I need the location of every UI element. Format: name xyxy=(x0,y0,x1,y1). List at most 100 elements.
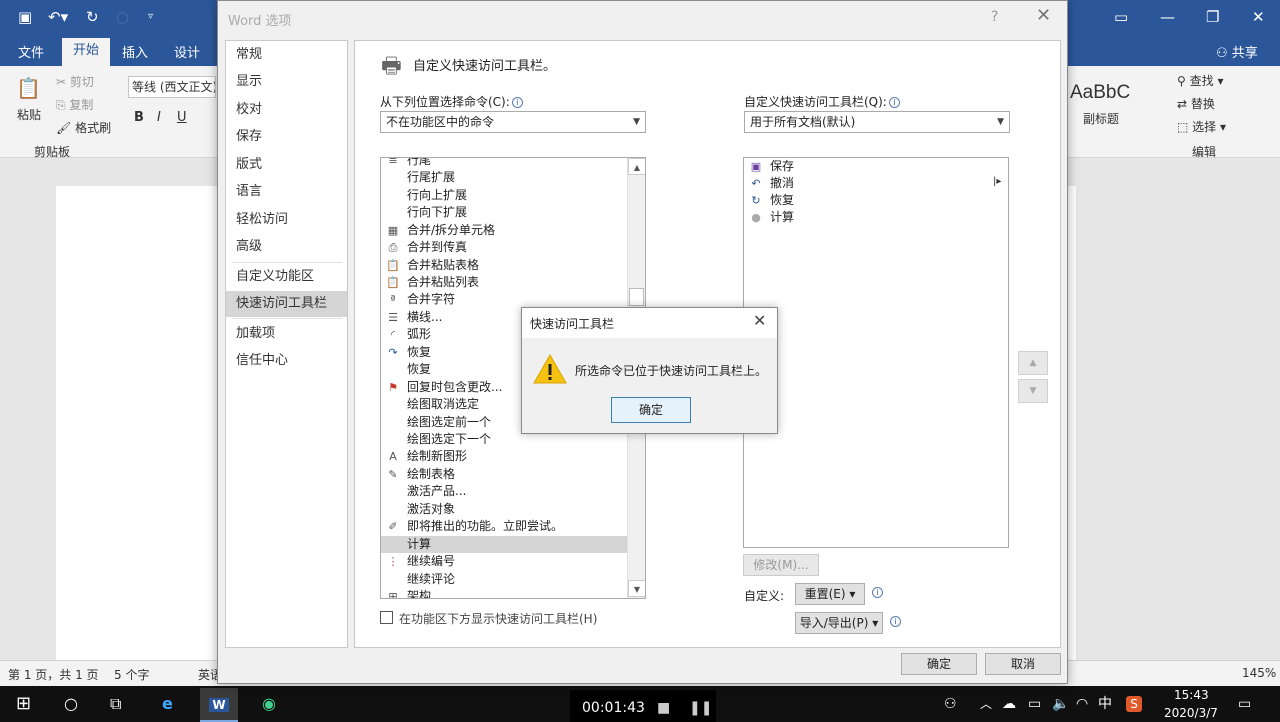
zoom-level[interactable]: 145% xyxy=(1242,666,1276,680)
replace-button[interactable]: ⇄ 替换 xyxy=(1177,95,1215,112)
battery-icon[interactable]: ▭ xyxy=(1028,694,1041,714)
message-ok-button[interactable]: 确定 xyxy=(611,397,691,423)
pause-icon[interactable]: ❚❚ xyxy=(689,698,712,718)
scrollbar-thumb[interactable] xyxy=(629,288,644,306)
nav-add-ins[interactable]: 加载项 xyxy=(226,321,347,347)
tab-home[interactable]: 开始 xyxy=(62,38,110,66)
tab-design[interactable]: 设计 xyxy=(174,42,200,61)
list-item[interactable]: ª 合并字符 xyxy=(381,291,627,308)
clock-time[interactable]: 15:43 xyxy=(1174,688,1209,702)
style-sample[interactable]: AaBbC xyxy=(1070,82,1130,104)
ok-button[interactable]: 确定 xyxy=(901,653,977,675)
nav-proofing[interactable]: 校对 xyxy=(226,97,347,123)
list-item[interactable]: 行尾扩展 xyxy=(381,169,627,186)
clock-date[interactable]: 2020/3/7 xyxy=(1164,706,1218,720)
font-name-box[interactable]: 等线 (西文正文) xyxy=(128,76,216,98)
find-button[interactable]: ⚲ 查找 ▾ xyxy=(1177,72,1223,89)
dialog-close-icon[interactable]: ✕ xyxy=(1036,5,1051,26)
reset-button[interactable]: 重置(E) ▾ xyxy=(795,583,865,605)
list-item[interactable]: ⎙ 合并到传真 xyxy=(381,239,627,256)
nav-customize-ribbon[interactable]: 自定义功能区 xyxy=(226,264,347,290)
task-view-icon[interactable]: ⧉ xyxy=(110,694,121,714)
undo-icon[interactable]: ↶▾ xyxy=(48,8,68,26)
list-item-selected[interactable]: 计算 xyxy=(381,536,627,553)
list-item[interactable]: ⊞ 架构 xyxy=(381,588,627,598)
page-count[interactable]: 第 1 页，共 1 页 xyxy=(8,666,99,683)
show-below-ribbon-checkbox[interactable] xyxy=(380,611,393,624)
nav-save[interactable]: 保存 xyxy=(226,124,347,150)
cancel-button[interactable]: 取消 xyxy=(985,653,1061,675)
format-painter-button[interactable]: 🖌 格式刷 xyxy=(56,119,111,136)
close-icon[interactable]: ✕ xyxy=(753,311,766,330)
nav-language[interactable]: 语言 xyxy=(226,179,347,205)
nav-layout[interactable]: 版式 xyxy=(226,152,347,178)
scroll-up-icon[interactable]: ▲ xyxy=(628,158,645,175)
windows-start-icon[interactable]: ⊞ xyxy=(16,694,31,714)
list-item[interactable]: ↶ 撤消 xyxy=(744,175,984,192)
list-item[interactable]: 行向上扩展 xyxy=(381,187,627,204)
move-down-button[interactable]: ▼ xyxy=(1018,379,1048,403)
notification-icon[interactable]: ▭ xyxy=(1238,694,1251,714)
list-item[interactable]: ● 计算 xyxy=(744,209,984,226)
show-below-ribbon-label[interactable]: 在功能区下方显示快速访问工具栏(H) xyxy=(399,610,597,627)
nav-accessibility[interactable]: 轻松访问 xyxy=(226,207,347,233)
list-item[interactable]: ▦ 合并/拆分单元格 xyxy=(381,222,627,239)
volume-icon[interactable]: 🔈 xyxy=(1052,694,1069,714)
list-item[interactable]: 激活对象 xyxy=(381,501,627,518)
cut-button[interactable]: ✂ 剪切 xyxy=(56,73,94,90)
list-item[interactable]: A 绘制新图形 xyxy=(381,448,627,465)
paste-icon[interactable]: 📋 xyxy=(16,76,41,100)
sogou-input-icon[interactable]: S xyxy=(1126,696,1142,712)
list-item[interactable]: 📋 合并粘贴列表 xyxy=(381,274,627,291)
select-button[interactable]: ⬚ 选择 ▾ xyxy=(1177,118,1226,135)
list-item[interactable]: ▣ 保存 xyxy=(744,158,984,175)
save-icon[interactable]: ▣ xyxy=(18,8,32,26)
customize-qat-dropdown[interactable]: 用于所有文档(默认) ▼ xyxy=(744,111,1010,133)
list-item[interactable]: 激活产品... xyxy=(381,483,627,500)
recorder-app-icon[interactable]: ◉ xyxy=(262,694,276,714)
qat-commands-list[interactable]: ▣ 保存 ↶ 撤消 ↻ 恢复 ● 计算 |▸ xyxy=(743,157,1009,548)
stop-icon[interactable]: ■ xyxy=(657,698,670,718)
help-button[interactable]: ? xyxy=(991,9,998,25)
list-item[interactable]: 行向下扩展 xyxy=(381,204,627,221)
list-item[interactable]: ⋮ 继续编号 xyxy=(381,553,627,570)
word-taskbar-icon[interactable]: W xyxy=(200,688,238,722)
cloud-icon[interactable]: ☁ xyxy=(1002,694,1016,714)
import-export-button[interactable]: 导入/导出(P) ▾ xyxy=(795,612,883,634)
copy-button[interactable]: ⎘ 复制 xyxy=(56,96,93,113)
restore-icon[interactable]: ❐ xyxy=(1206,8,1219,26)
list-item[interactable]: ↻ 恢复 xyxy=(744,192,984,209)
qat-customize-icon[interactable]: ▿ xyxy=(148,8,153,26)
separator-expand-icon[interactable]: |▸ xyxy=(993,176,1001,187)
word-count[interactable]: 5 个字 xyxy=(114,666,149,683)
underline-button[interactable]: U xyxy=(177,110,187,125)
minimize-icon[interactable]: — xyxy=(1160,8,1175,26)
list-item[interactable]: ✐ 即将推出的功能。立即尝试。 xyxy=(381,518,627,535)
bold-button[interactable]: B xyxy=(134,110,144,125)
tab-insert[interactable]: 插入 xyxy=(122,42,148,61)
ribbon-options-icon[interactable]: ▭ xyxy=(1114,8,1128,26)
people-icon[interactable]: ⚇ xyxy=(944,694,957,714)
list-item[interactable]: ≡ 行尾 xyxy=(381,158,627,169)
nav-quick-access-toolbar[interactable]: 快速访问工具栏 xyxy=(226,291,347,317)
tab-file[interactable]: 文件 xyxy=(18,42,44,61)
choose-commands-dropdown[interactable]: 不在功能区中的命令 ▼ xyxy=(380,111,646,133)
ime-indicator[interactable]: 中 xyxy=(1098,694,1112,714)
nav-trust-center[interactable]: 信任中心 xyxy=(226,348,347,374)
italic-button[interactable]: I xyxy=(157,110,161,125)
list-item[interactable]: ✎ 绘制表格 xyxy=(381,466,627,483)
modify-button[interactable]: 修改(M)... xyxy=(743,554,819,576)
nav-general[interactable]: 常规 xyxy=(226,42,347,68)
close-icon[interactable]: ✕ xyxy=(1252,8,1265,26)
list-item[interactable]: 继续评论 xyxy=(381,571,627,588)
network-icon[interactable]: ◠ xyxy=(1076,694,1088,714)
move-up-button[interactable]: ▲ xyxy=(1018,351,1048,375)
edge-icon[interactable]: e xyxy=(162,694,173,714)
scroll-down-icon[interactable]: ▼ xyxy=(628,580,645,597)
search-icon[interactable]: ○ xyxy=(64,694,78,714)
paste-button[interactable]: 粘贴 xyxy=(17,106,41,123)
calculate-icon[interactable]: ○ xyxy=(116,8,129,26)
redo-icon[interactable]: ↻ xyxy=(86,8,99,26)
list-item[interactable]: 📋 合并粘贴表格 xyxy=(381,257,627,274)
nav-advanced[interactable]: 高级 xyxy=(226,234,347,260)
